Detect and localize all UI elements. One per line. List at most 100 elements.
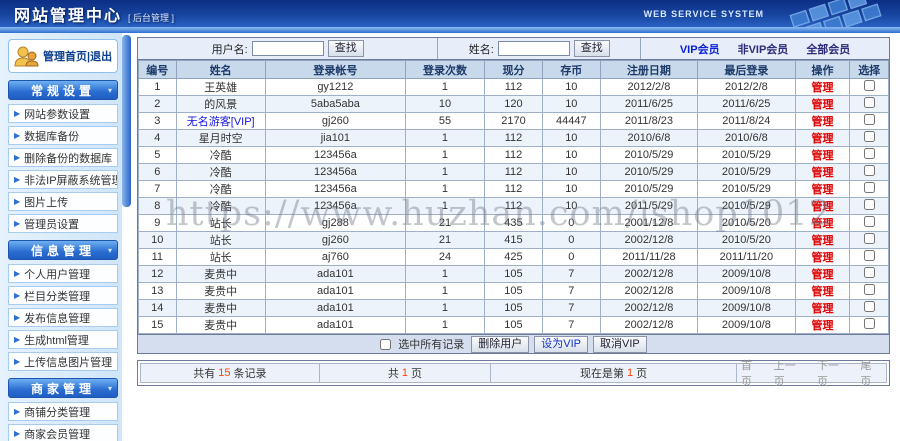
page-nav-link-2[interactable]: 下一页 [817, 357, 849, 389]
main-layout: 管理首页|退出 常规设置 ▾ ▶ 网站参数设置 ▶ 数据库备份 ▶ 删除备份的数据库 ▶ 非法IP… [0, 33, 900, 441]
admin-links-label: 管理首页|退出 [43, 51, 113, 63]
action-button-2[interactable]: 取消VIP [593, 335, 647, 353]
item-arrow-icon: ▶ [14, 197, 21, 206]
sidebar-item-0-1[interactable]: ▶ 数据库备份 [8, 126, 118, 145]
table-row: 6 冷酷 123456a 1 112 10 2010/5/29 2010/5/29 管理 [138, 163, 889, 181]
sidebar-admin-links[interactable]: 管理首页|退出 [8, 39, 118, 73]
sidebar-item-1-0[interactable]: ▶ 个人用户管理 [8, 264, 118, 283]
sidebar-item-2-0[interactable]: ▶ 商铺分类管理 [8, 402, 118, 421]
filter-link-0[interactable]: VIP会员 [680, 41, 720, 57]
manage-link[interactable]: 管理 [811, 218, 833, 230]
action-button-1[interactable]: 设为VIP [534, 335, 588, 353]
cell-account: 123456a [264, 197, 406, 215]
admin-users-icon [14, 46, 39, 67]
row-checkbox[interactable] [863, 250, 875, 261]
manage-link[interactable]: 管理 [811, 303, 833, 315]
cell-logins: 21 [404, 231, 486, 249]
name-search-button[interactable]: 查找 [573, 40, 610, 57]
page-nav-link-0[interactable]: 首页 [741, 357, 763, 389]
sidebar-item-label: 商家会员管理 [24, 428, 91, 441]
cell-logins: 1 [404, 316, 486, 334]
row-checkbox[interactable] [863, 97, 875, 108]
manage-link[interactable]: 管理 [811, 252, 833, 264]
row-checkbox[interactable] [863, 148, 875, 159]
cell-logins: 1 [404, 129, 486, 147]
filter-link-2[interactable]: 全部会员 [806, 41, 850, 57]
cell-logins: 1 [404, 299, 486, 317]
row-checkbox[interactable] [863, 114, 875, 125]
manage-link[interactable]: 管理 [811, 235, 833, 247]
sidebar-section-header[interactable]: 常规设置 ▾ [8, 80, 118, 100]
manage-link[interactable]: 管理 [811, 167, 833, 179]
manage-link[interactable]: 管理 [811, 150, 833, 162]
cell-last-login: 2010/5/29 [697, 163, 796, 181]
filter-link-1[interactable]: 非VIP会员 [738, 41, 789, 57]
row-checkbox[interactable] [863, 199, 875, 210]
cell-select [849, 146, 889, 164]
sidebar-item-label: 商铺分类管理 [24, 406, 91, 419]
cell-logins: 55 [404, 112, 486, 130]
cell-account: 5aba5aba [264, 95, 406, 113]
row-checkbox[interactable] [863, 182, 875, 193]
sidebar-item-1-1[interactable]: ▶ 栏目分类管理 [8, 286, 118, 305]
sidebar-item-1-4[interactable]: ▶ 上传信息图片管理 [8, 352, 118, 371]
row-checkbox[interactable] [863, 267, 875, 278]
search-filter-bar: 用户名: 查找 姓名: 查找 VIP会员 非VIP会员 全部会员 [138, 38, 889, 60]
cell-select [849, 316, 889, 334]
page-nav-link-1[interactable]: 上一页 [774, 357, 806, 389]
row-checkbox[interactable] [863, 165, 875, 176]
username-search-button[interactable]: 查找 [327, 40, 364, 57]
cell-register-date: 2001/12/8 [599, 214, 699, 232]
sidebar-item-1-3[interactable]: ▶ 生成html管理 [8, 330, 118, 349]
sidebar-item-label: 非法IP屏蔽系统管理 [24, 174, 118, 187]
cell-register-date: 2011/11/28 [599, 248, 699, 266]
cell-account: ada101 [264, 265, 406, 283]
sidebar-section-header[interactable]: 商家管理 ▾ [8, 378, 118, 398]
manage-link[interactable]: 管理 [811, 133, 833, 145]
cell-id: 12 [138, 265, 177, 283]
cell-id: 5 [138, 146, 177, 164]
row-checkbox[interactable] [863, 131, 875, 142]
manage-link[interactable]: 管理 [811, 269, 833, 281]
sidebar-item-0-3[interactable]: ▶ 非法IP屏蔽系统管理 [8, 170, 118, 189]
row-checkbox[interactable] [863, 216, 875, 227]
sidebar-item-2-1[interactable]: ▶ 商家会员管理 [8, 424, 118, 441]
manage-link[interactable]: 管理 [811, 116, 833, 128]
section-arrow-icon: ▾ [107, 245, 112, 255]
page-title: 网站管理中心 [ 后台管理 ] [14, 2, 174, 26]
sidebar-item-0-5[interactable]: ▶ 管理员设置 [8, 214, 118, 233]
cell-coin: 10 [541, 197, 601, 215]
row-checkbox[interactable] [863, 233, 875, 244]
manage-link[interactable]: 管理 [811, 184, 833, 196]
sidebar-item-0-0[interactable]: ▶ 网站参数设置 [8, 104, 118, 123]
cell-coin: 10 [541, 180, 601, 198]
row-checkbox[interactable] [863, 301, 875, 312]
sidebar-item-label: 上传信息图片管理 [24, 356, 113, 369]
manage-link[interactable]: 管理 [811, 320, 833, 332]
current-page-cell: 现在是第 1 页 [491, 364, 737, 382]
cell-register-date: 2011/8/23 [599, 112, 699, 130]
row-checkbox[interactable] [863, 284, 875, 295]
action-button-0[interactable]: 删除用户 [471, 335, 530, 353]
sidebar-section-header[interactable]: 信息管理 ▾ [8, 240, 118, 260]
manage-link[interactable]: 管理 [811, 286, 833, 298]
sidebar-item-0-4[interactable]: ▶ 图片上传 [8, 192, 118, 211]
username-label: 用户名: [211, 43, 248, 56]
manage-link[interactable]: 管理 [811, 201, 833, 213]
sidebar-item-0-2[interactable]: ▶ 删除备份的数据库 [8, 148, 118, 167]
cell-last-login: 2010/5/29 [697, 146, 796, 164]
sidebar-collapse-handle[interactable] [122, 35, 131, 207]
sidebar-item-label: 管理员设置 [24, 218, 80, 231]
sidebar-item-1-2[interactable]: ▶ 发布信息管理 [8, 308, 118, 327]
manage-link[interactable]: 管理 [811, 82, 833, 94]
row-checkbox[interactable] [863, 80, 875, 91]
row-checkbox[interactable] [863, 318, 875, 329]
username-input[interactable] [251, 41, 324, 56]
column-header: 操作 [794, 60, 851, 79]
select-all-checkbox[interactable] [380, 338, 392, 350]
table-row: 9 站长 gj288 21 435 0 2001/12/8 2010/5/20 管理 [138, 214, 889, 232]
user-name: 王英雄 [204, 82, 238, 94]
name-input[interactable] [497, 41, 570, 56]
page-nav-link-3[interactable]: 尾页 [860, 357, 882, 389]
manage-link[interactable]: 管理 [811, 99, 833, 111]
